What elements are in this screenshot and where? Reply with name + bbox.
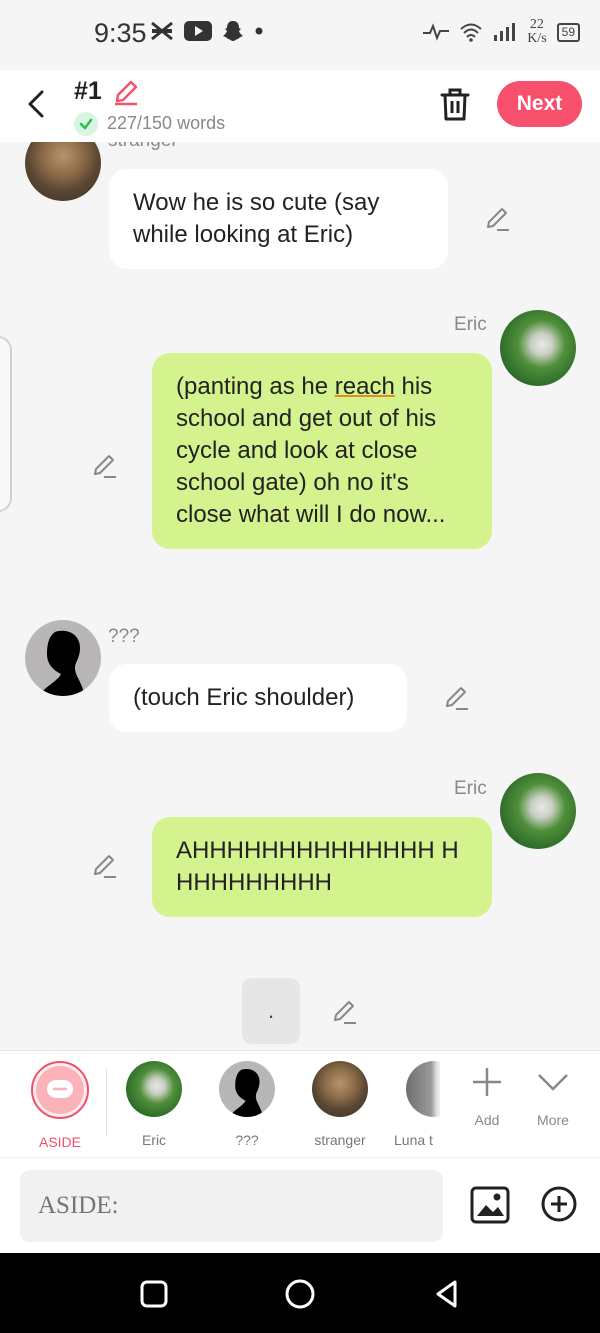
chat-bubble-icon: [47, 1080, 73, 1098]
avatar-unknown[interactable]: [25, 620, 101, 696]
edit-message-icon[interactable]: [442, 684, 470, 712]
edit-message-icon[interactable]: [483, 205, 511, 233]
status-time: 9:35: [94, 18, 147, 48]
image-icon[interactable]: [470, 1186, 510, 1224]
character-label: ASIDE: [38, 1134, 81, 1150]
trash-icon[interactable]: [438, 86, 472, 122]
back-icon[interactable]: [430, 1277, 464, 1311]
more-button[interactable]: More: [523, 1065, 583, 1128]
recents-icon[interactable]: [137, 1277, 171, 1311]
net-speed-unit: K/s: [527, 31, 547, 46]
sender-name: Eric: [454, 314, 487, 335]
character-aside[interactable]: ASIDE: [20, 1061, 100, 1150]
youtube-icon: [184, 21, 212, 41]
silhouette-icon: [39, 630, 85, 696]
dot-icon: [255, 27, 263, 35]
edit-title-icon[interactable]: [112, 78, 140, 106]
aside-avatar: [31, 1061, 89, 1119]
check-icon: [74, 112, 98, 136]
battery-indicator: 59: [556, 22, 580, 42]
character-label: Eric: [141, 1132, 167, 1148]
character-selector: ASIDE Eric ??? stranger Luna t Add More: [0, 1050, 600, 1157]
wifi-icon: [460, 23, 482, 42]
character-luna[interactable]: Luna t: [380, 1061, 440, 1148]
chevron-down-icon: [538, 1074, 568, 1091]
character-label: ???: [235, 1132, 259, 1148]
message-bubble[interactable]: AHHHHHHHHHHHHHH HHHHHHHHHH: [152, 817, 492, 917]
character-label: stranger: [314, 1132, 366, 1148]
system-nav-bar: [0, 1253, 600, 1333]
avatar-eric: [126, 1061, 182, 1117]
character-stranger[interactable]: stranger: [300, 1061, 380, 1148]
story-title: #1: [74, 77, 102, 105]
edit-draft-icon[interactable]: [330, 998, 358, 1026]
chat-header: #1 227/150 words Next: [0, 70, 600, 142]
silhouette-icon: [229, 1068, 264, 1117]
activity-icon: [423, 23, 450, 41]
sender-name: ???: [108, 626, 140, 647]
character-unknown[interactable]: ???: [207, 1061, 287, 1148]
back-arrow-icon[interactable]: [22, 86, 52, 122]
status-system-icons: 22 K/s 59: [423, 18, 580, 46]
sender-name: stranger: [108, 142, 178, 152]
word-count: 227/150 words: [107, 113, 226, 133]
avatar-eric[interactable]: [500, 773, 576, 849]
spellcheck-word[interactable]: reach: [335, 373, 395, 400]
message-input[interactable]: [20, 1170, 443, 1242]
next-button[interactable]: Next: [497, 81, 582, 127]
edit-message-icon[interactable]: [90, 852, 118, 880]
message-bubble[interactable]: Wow he is so cute (say while looking at …: [109, 169, 448, 269]
status-bar: 9:35 22 K/s 59: [0, 0, 600, 70]
chat-area[interactable]: stranger Wow he is so cute (say while lo…: [0, 142, 600, 1050]
add-label: Add: [474, 1112, 500, 1128]
sender-name: Eric: [454, 778, 487, 799]
avatar-stranger: [312, 1061, 368, 1117]
add-character-button[interactable]: Add: [457, 1065, 517, 1128]
character-label: Luna t: [394, 1132, 433, 1148]
side-drawer-handle[interactable]: [0, 336, 12, 512]
avatar-stranger[interactable]: [25, 142, 101, 201]
draft-message[interactable]: .: [242, 978, 300, 1044]
avatar-eric[interactable]: [500, 310, 576, 386]
message-bubble[interactable]: (touch Eric shoulder): [109, 664, 407, 732]
message-bubble[interactable]: (panting as he reach his school and get …: [152, 353, 492, 549]
notification-app-icon: [151, 21, 173, 41]
avatar-unknown: [219, 1061, 275, 1117]
message-text: (panting as he: [176, 373, 335, 400]
character-eric[interactable]: Eric: [114, 1061, 194, 1148]
net-speed: 22 K/s: [527, 18, 546, 46]
home-icon[interactable]: [283, 1277, 317, 1311]
edit-message-icon[interactable]: [90, 452, 118, 480]
more-label: More: [537, 1112, 569, 1128]
compose-bar: [0, 1157, 600, 1253]
signal-icon: [494, 23, 516, 41]
divider: [106, 1069, 107, 1135]
status-notification-icons: [150, 20, 264, 42]
snapchat-icon: [223, 21, 243, 41]
net-speed-value: 22: [529, 17, 544, 32]
plus-icon: [473, 1068, 501, 1096]
add-circle-icon[interactable]: [540, 1185, 578, 1223]
avatar-luna: [406, 1061, 440, 1117]
